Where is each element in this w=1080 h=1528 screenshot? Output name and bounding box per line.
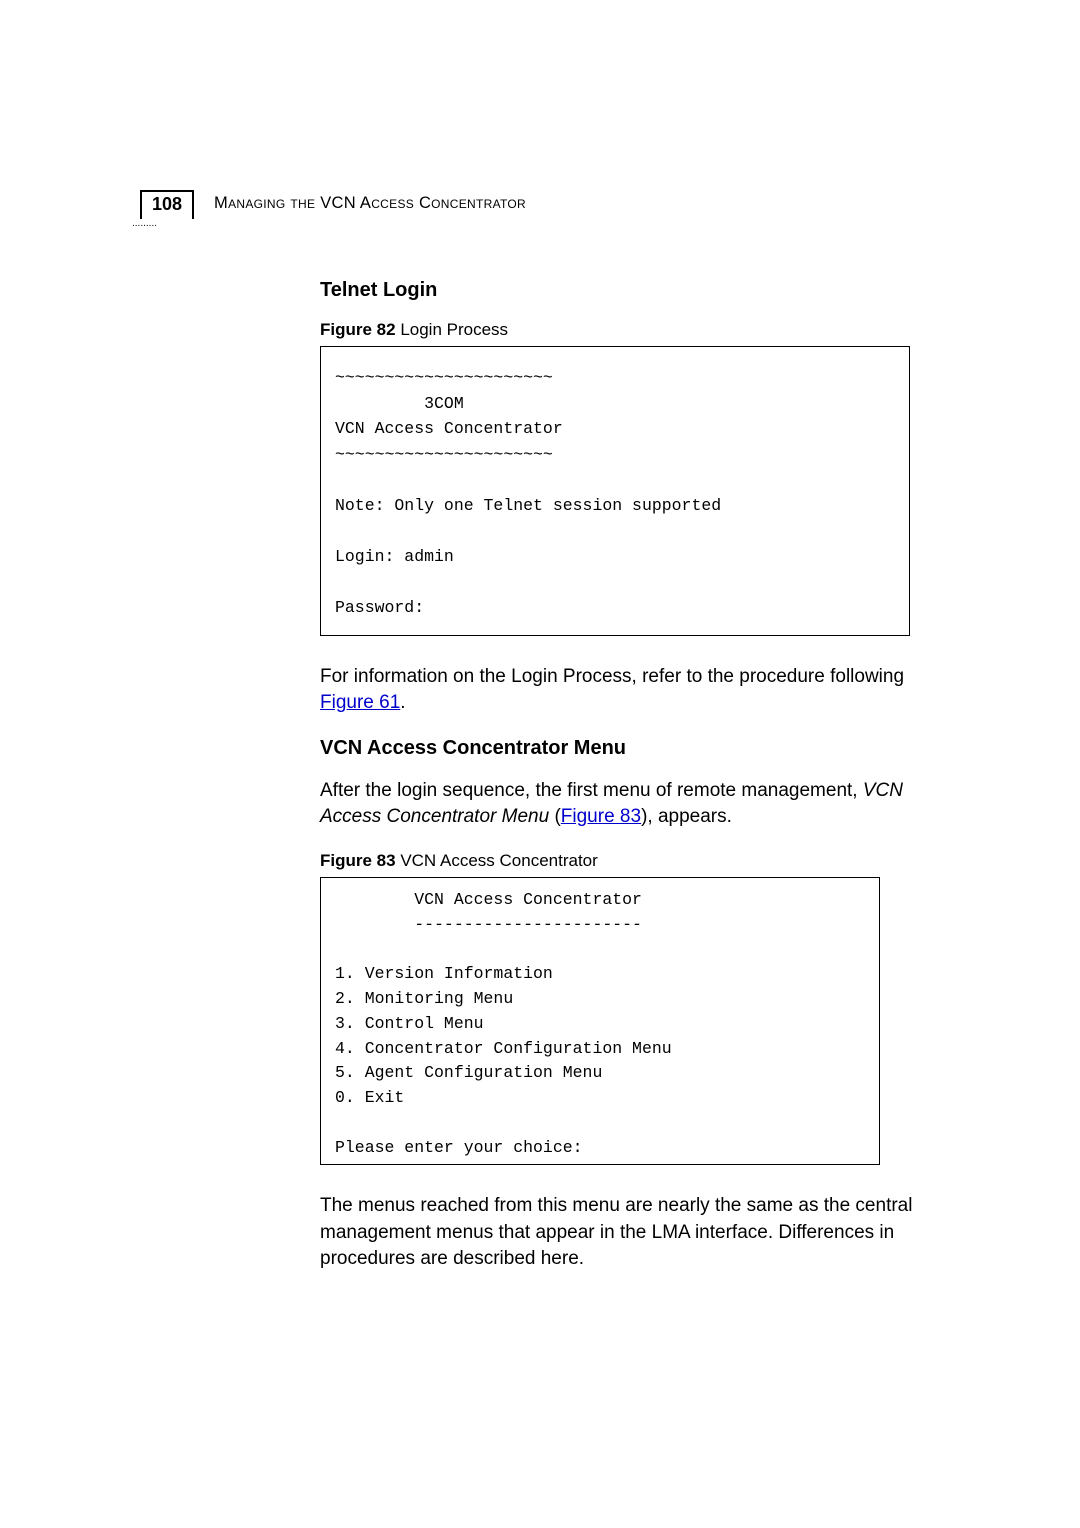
vcn-para1-a: After the login sequence, the first menu…: [320, 780, 863, 801]
figure-82-caption: Login Process: [396, 320, 508, 339]
page-number-box: 108: [140, 190, 194, 219]
vcn-menu-heading: VCN Access Concentrator Menu: [320, 737, 930, 760]
vcn-para1-c: ), appears.: [641, 806, 732, 827]
figure-61-link[interactable]: Figure 61: [320, 692, 400, 713]
running-header: Managing the VCN Access Concentrator: [214, 194, 526, 213]
figure-83-bold: Figure 83: [320, 851, 396, 870]
figure-83-codebox: VCN Access Concentrator ----------------…: [320, 877, 880, 1165]
figure-83-caption: VCN Access Concentrator: [396, 851, 598, 870]
telnet-followup-paragraph: For information on the Login Process, re…: [320, 664, 930, 717]
margin-dots: .........: [132, 218, 157, 229]
vcn-menu-closing-paragraph: The menus reached from this menu are nea…: [320, 1193, 930, 1273]
figure-83-link[interactable]: Figure 83: [561, 806, 641, 827]
figure-82-label: Figure 82 Login Process: [320, 320, 930, 340]
telnet-para-text-after: .: [400, 692, 405, 713]
main-content: Telnet Login Figure 82 Login Process ~~~…: [320, 279, 930, 1273]
header-row: 108 Managing the VCN Access Concentrator: [140, 190, 940, 219]
page-number: 108: [152, 194, 182, 214]
figure-83-label: Figure 83 VCN Access Concentrator: [320, 851, 930, 871]
figure-82-codebox: ~~~~~~~~~~~~~~~~~~~~~~ 3COM VCN Access C…: [320, 346, 910, 636]
page-content: 108 Managing the VCN Access Concentrator…: [140, 190, 940, 1293]
vcn-menu-intro-paragraph: After the login sequence, the first menu…: [320, 778, 930, 831]
vcn-para1-b: (: [549, 806, 561, 827]
telnet-para-text-before: For information on the Login Process, re…: [320, 666, 904, 687]
figure-82-bold: Figure 82: [320, 320, 396, 339]
telnet-login-heading: Telnet Login: [320, 279, 930, 302]
